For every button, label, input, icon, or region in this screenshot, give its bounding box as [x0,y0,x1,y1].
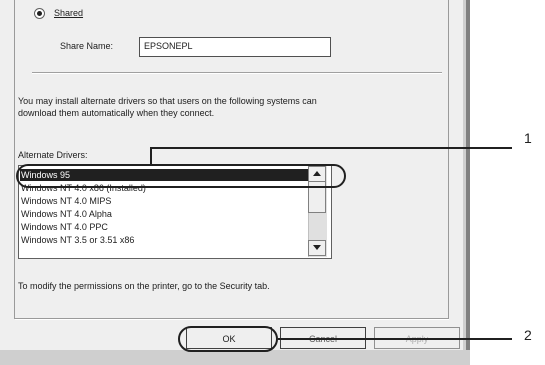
callout-1-leader-vertical [150,147,152,165]
share-name-label: Share Name: [60,41,114,51]
security-tab-hint: To modify the permissions on the printer… [18,281,270,291]
frame-bottom-highlight [15,319,449,320]
share-name-field[interactable]: EPSONEPL [139,37,331,57]
shared-label[interactable]: Shared [54,8,83,18]
info-text-line1: You may install alternate drivers so tha… [18,96,317,106]
list-item[interactable]: Windows NT 4.0 MIPS [21,195,111,207]
callout-2-number: 2 [524,327,532,343]
frame-left-border [14,0,15,318]
callout-1-number: 1 [524,130,532,146]
chevron-down-icon [313,245,321,250]
alternate-drivers-label: Alternate Drivers: [18,150,88,160]
list-item[interactable]: Windows NT 4.0 Alpha [21,208,112,220]
shared-radio[interactable] [34,8,45,19]
callout-2-leader [278,338,512,340]
share-name-value: EPSONEPL [144,41,193,51]
list-item[interactable]: Windows NT 4.0 PPC [21,221,108,233]
info-text-line2: download them automatically when they co… [18,108,215,118]
window-bottom-band [0,350,470,365]
list-item[interactable]: Windows NT 3.5 or 3.51 x86 [21,234,134,246]
callout-2-highlight [178,326,278,352]
frame-right-border [448,0,449,318]
window-edge-dark [466,0,470,365]
separator-highlight [32,73,442,74]
scroll-down-button[interactable] [308,240,326,256]
callout-1-leader-horizontal [152,147,512,149]
callout-1-highlight [16,164,346,188]
